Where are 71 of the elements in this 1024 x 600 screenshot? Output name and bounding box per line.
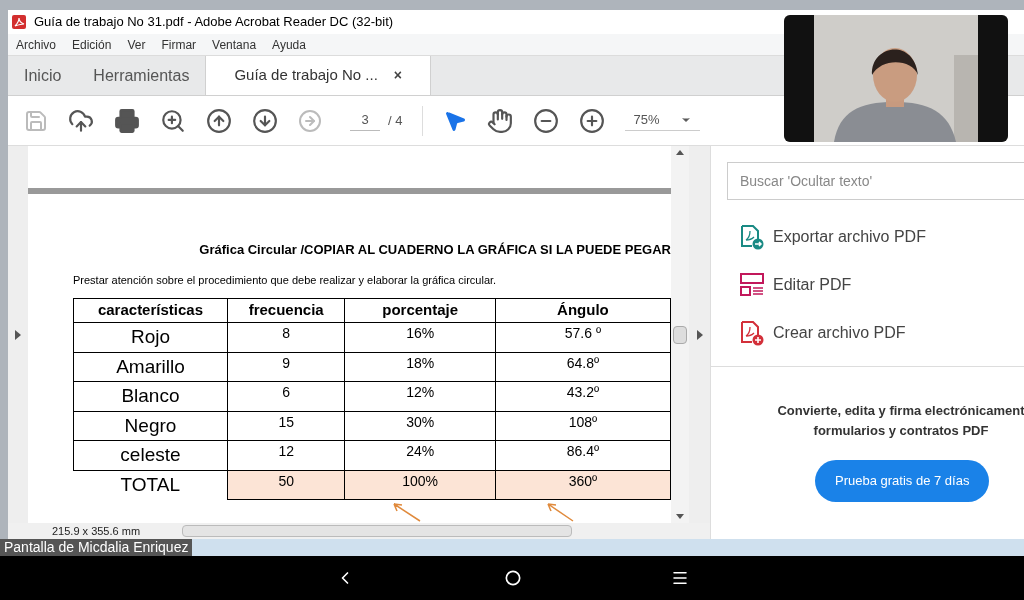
menu-item[interactable]: Ayuda: [272, 35, 306, 54]
page-size-label: 215.9 x 355.6 mm: [52, 523, 142, 539]
print-icon[interactable]: [114, 107, 140, 134]
pdf-app-icon: [12, 15, 26, 29]
table-cell: 6: [227, 381, 345, 411]
tab[interactable]: Inicio: [8, 56, 78, 95]
tab[interactable]: Guía de trabajo No ... ×: [205, 56, 431, 95]
table-cell: 16%: [344, 322, 496, 352]
search-field[interactable]: Buscar 'Ocultar texto': [727, 162, 1024, 200]
table-cell: 12: [227, 440, 345, 470]
table-cell: 64.8º: [495, 352, 671, 382]
create-pdf-icon: [739, 320, 765, 346]
menu-item[interactable]: Edición: [72, 35, 112, 54]
column-header: Ángulo: [495, 298, 671, 323]
table-cell: 50: [227, 470, 345, 499]
tool-item[interactable]: Exportar archivo PDF: [773, 225, 926, 249]
cloud-upload-icon[interactable]: [68, 107, 94, 134]
table-cell: 57.6 º: [495, 322, 671, 352]
table-cell: Negro: [73, 411, 228, 441]
zoom-icon[interactable]: [160, 107, 186, 134]
zoom-dropdown[interactable]: 75%: [625, 110, 700, 131]
horizontal-scrollbar[interactable]: [182, 525, 572, 537]
export-pdf-icon: [739, 224, 765, 250]
page-count: / 4: [388, 111, 403, 130]
table-cell: 30%: [344, 411, 496, 441]
table-cell: TOTAL: [73, 470, 228, 499]
expand-right-icon[interactable]: [696, 329, 703, 340]
menu-item[interactable]: Ventana: [212, 35, 257, 54]
table-cell: 43.2º: [495, 381, 671, 411]
close-tab-button[interactable]: ×: [393, 65, 402, 86]
menu-item[interactable]: Archivo: [16, 35, 56, 54]
column-header: características: [73, 298, 228, 323]
menu-item[interactable]: Ver: [127, 35, 146, 54]
table-cell: 15: [227, 411, 345, 441]
table-cell: 100%: [344, 470, 496, 499]
window-title: Guía de trabajo No 31.pdf - Adobe Acrobat Reader DC (32-bit): [34, 13, 394, 32]
hand-icon[interactable]: [487, 107, 514, 134]
table-cell: 8: [227, 322, 345, 352]
table-cell: 360º: [495, 470, 671, 499]
table-cell: 108º: [495, 411, 671, 441]
trial-button[interactable]: Prueba gratis de 7 días: [815, 460, 990, 502]
menu-item[interactable]: Firmar: [161, 35, 197, 54]
page-number-field[interactable]: 3: [350, 110, 380, 131]
table-cell: celeste: [73, 440, 228, 470]
column-header: porcentaje: [344, 298, 496, 323]
table-cell: 86.4º: [495, 440, 671, 470]
zoom-in-icon[interactable]: [579, 107, 606, 134]
table-cell: 9: [227, 352, 345, 382]
table-cell: 18%: [344, 352, 496, 382]
layout-edit-icon: [739, 272, 765, 298]
home-icon[interactable]: [505, 570, 521, 586]
tab[interactable]: Herramientas: [77, 56, 206, 95]
next-page-icon[interactable]: [252, 107, 278, 134]
tool-item[interactable]: Crear archivo PDF: [773, 321, 906, 345]
scrollbar-thumb[interactable]: [673, 325, 687, 344]
instruction-text: Prestar atención sobre el procedimiento que debe realizar y elaborar la gráfica circular.: [73, 272, 498, 288]
table-cell: 12%: [344, 381, 496, 411]
table-cell: Rojo: [73, 322, 228, 352]
promo-text: Convierte, edita y firma electrónicament formularios y contratos PDF: [776, 402, 1024, 440]
menu-icon[interactable]: [671, 569, 689, 587]
zoom-out-icon[interactable]: [533, 107, 560, 134]
column-header: frecuencia: [227, 298, 345, 323]
document-heading: Gráfica Circular /COPIAR AL CUADERNO LA GRÁFICA SI LA PUEDE PEGAR: [198, 241, 671, 259]
table-cell: 24%: [344, 440, 496, 470]
expand-left-icon[interactable]: [15, 329, 21, 340]
previous-page-icon[interactable]: [206, 107, 232, 134]
table-cell: Blanco: [73, 381, 228, 411]
scroll-up-icon[interactable]: [676, 150, 684, 155]
screen-share-label: Pantalla de Micdalia Enriquez: [0, 539, 193, 556]
table-cell: Amarillo: [73, 352, 228, 382]
tool-item[interactable]: Editar PDF: [773, 273, 852, 297]
